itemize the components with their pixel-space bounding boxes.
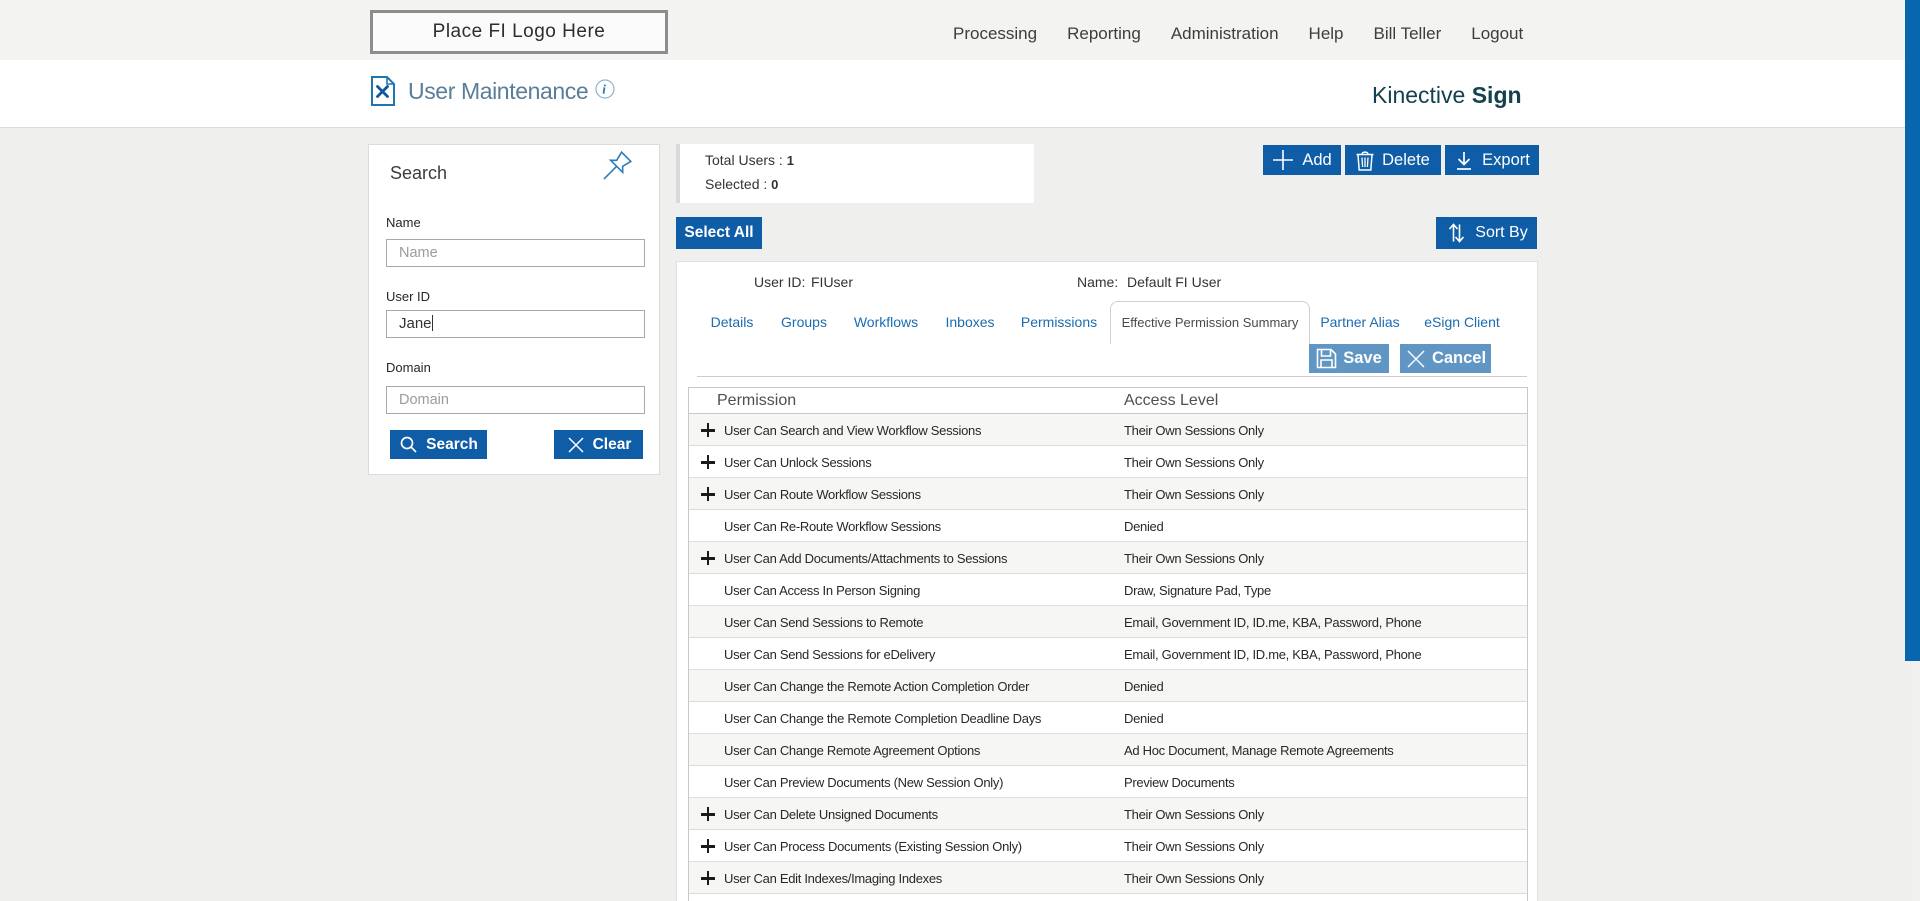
svg-text:i: i (602, 82, 606, 97)
